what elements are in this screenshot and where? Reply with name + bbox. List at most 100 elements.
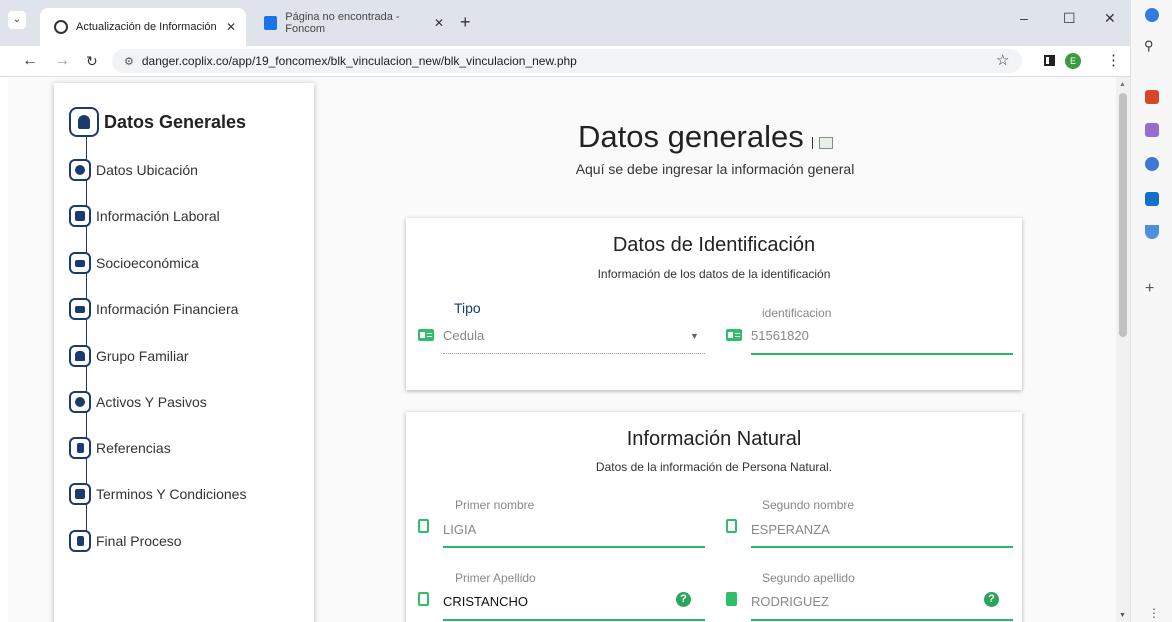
outlook-icon[interactable]	[1145, 192, 1159, 206]
credit-card-icon	[69, 298, 91, 320]
users-icon	[69, 345, 91, 367]
forward-icon[interactable]: →	[54, 52, 70, 70]
scroll-down-icon[interactable]: ▼	[1119, 612, 1126, 619]
primer-nombre-label: Primer nombre	[455, 498, 535, 512]
minimize-button[interactable]: –	[1020, 10, 1028, 26]
primer-nombre-input[interactable]: LIGIA	[443, 522, 476, 537]
address-bar-row: ← → ↻ ⚙ danger.coplix.co/app/19_foncomex…	[0, 46, 1130, 77]
step-datos-generales[interactable]: Datos Generales	[69, 107, 246, 137]
scroll-up-icon[interactable]: ▲	[1119, 81, 1126, 88]
file-icon	[418, 592, 429, 606]
add-sidebar-icon[interactable]: +	[1145, 280, 1159, 297]
tipo-label: Tipo	[454, 300, 481, 316]
step-label: Terminos Y Condiciones	[96, 486, 247, 502]
id-card-icon	[418, 329, 434, 341]
browser-tab-bar: ⌄ Actualización de Información ✕ Página …	[0, 0, 1130, 46]
card-subtitle: Información de los datos de la identific…	[597, 267, 831, 281]
step-datos-ubicacion[interactable]: Datos Ubicación	[69, 159, 198, 181]
edge-sidebar: ⚲ + ⋮	[1130, 0, 1172, 622]
help-icon[interactable]: ?	[984, 592, 999, 607]
contact-card-icon	[69, 530, 91, 552]
tab-title: Página no encontrada - Foncom	[285, 11, 400, 35]
step-informacion-financiera[interactable]: Información Financiera	[69, 298, 238, 320]
step-label: Grupo Familiar	[96, 348, 189, 364]
close-tab-icon[interactable]: ✕	[226, 20, 236, 34]
wallet-icon	[69, 483, 91, 505]
new-tab-button[interactable]: +	[460, 12, 471, 33]
segundo-nombre-input[interactable]: ESPERANZA	[751, 522, 830, 537]
credit-card-icon	[69, 252, 91, 274]
maximize-button[interactable]: ☐	[1063, 10, 1076, 27]
primer-apellido-input[interactable]: CRISTANCHO	[443, 594, 528, 609]
site-info-icon[interactable]: ⚙	[124, 55, 134, 68]
close-tab-icon[interactable]: ✕	[434, 16, 444, 30]
briefcase-icon	[69, 205, 91, 227]
steps-sidebar: Datos Generales Datos Ubicación Informac…	[54, 83, 314, 622]
page-scrollbar[interactable]: ▲ ▼	[1116, 77, 1130, 622]
help-icon[interactable]: ?	[676, 592, 691, 607]
games-icon[interactable]	[1145, 123, 1159, 137]
step-informacion-laboral[interactable]: Información Laboral	[69, 205, 220, 227]
side-panel-icon[interactable]	[1044, 55, 1055, 66]
step-label: Socioeconómica	[96, 255, 199, 271]
search-location-icon	[69, 159, 91, 181]
steps-connector-line	[86, 123, 87, 543]
page-subtitle: Aquí se debe ingresar la información gen…	[575, 161, 855, 177]
tools-icon[interactable]	[1145, 90, 1159, 104]
tab-title: Actualización de Información	[76, 21, 217, 33]
tab-active[interactable]: Actualización de Información ✕	[40, 8, 246, 46]
step-label: Datos Generales	[104, 111, 247, 132]
step-activos-pasivos[interactable]: Activos Y Pasivos	[69, 391, 207, 413]
search-icon[interactable]: ⚲	[1144, 38, 1158, 53]
user-icon	[69, 107, 99, 137]
close-window-button[interactable]: ✕	[1104, 10, 1116, 27]
designer-icon[interactable]	[1145, 225, 1159, 239]
page-viewport: Datos Generales Datos Ubicación Informac…	[0, 77, 1130, 622]
step-terminos-condiciones[interactable]: Terminos Y Condiciones	[69, 483, 246, 505]
back-icon[interactable]: ←	[22, 52, 38, 70]
dropdown-arrow-icon[interactable]: ▼	[690, 331, 699, 341]
page-left-edge	[0, 77, 8, 622]
step-final-proceso[interactable]: Final Proceso	[69, 530, 182, 552]
file-icon	[418, 519, 429, 533]
card-title: Datos de Identificación	[612, 234, 816, 256]
primer-apellido-label: Primer Apellido	[455, 571, 536, 585]
scrollbar-thumb[interactable]	[1119, 93, 1127, 337]
card-title: Información Natural	[626, 428, 802, 450]
url-text: danger.coplix.co/app/19_foncomex/blk_vin…	[141, 54, 577, 68]
money-icon	[69, 391, 91, 413]
file-icon	[726, 519, 737, 533]
tab-search-chevron-icon[interactable]: ⌄	[8, 11, 26, 29]
step-label: Información Laboral	[96, 208, 220, 224]
identificacion-label: identificacion	[762, 306, 832, 320]
segundo-apellido-label: Segundo apellido	[762, 571, 855, 585]
natural-info-card: Información Natural Datos de la informac…	[406, 412, 1022, 622]
step-socioeconomica[interactable]: Socioeconómica	[69, 252, 199, 274]
identificacion-input[interactable]: 51561820	[751, 328, 809, 343]
sidebar-settings-icon[interactable]: ⋮	[1148, 606, 1162, 620]
reload-icon[interactable]: ↻	[86, 53, 98, 70]
identificacion-underline	[751, 353, 1013, 355]
step-grupo-familiar[interactable]: Grupo Familiar	[69, 345, 189, 367]
copilot-icon[interactable]	[1145, 8, 1159, 22]
segundo-apellido-input[interactable]: RODRIGUEZ	[751, 594, 829, 609]
globe-icon	[54, 20, 68, 34]
segundo-nombre-underline	[751, 546, 1013, 548]
segundo-apellido-underline	[751, 619, 1013, 621]
microsoft365-icon[interactable]	[1145, 157, 1159, 171]
step-label: Datos Ubicación	[96, 162, 198, 178]
tipo-select[interactable]: Cedula	[443, 328, 484, 343]
bookmark-star-icon[interactable]: ☆	[996, 51, 1009, 69]
step-label: Final Proceso	[96, 533, 182, 549]
file-icon	[726, 592, 737, 606]
step-referencias[interactable]: Referencias	[69, 437, 171, 459]
segundo-nombre-label: Segundo nombre	[762, 498, 855, 512]
url-field[interactable]: ⚙ danger.coplix.co/app/19_foncomex/blk_v…	[112, 49, 1022, 73]
profile-avatar[interactable]: E	[1065, 53, 1081, 69]
step-label: Información Financiera	[96, 301, 239, 317]
card-subtitle: Datos de la información de Persona Natur…	[595, 460, 833, 474]
primer-nombre-underline	[443, 546, 705, 548]
browser-menu-icon[interactable]: ⋮	[1106, 51, 1121, 69]
page-title: Datos generales	[578, 119, 804, 154]
tab-inactive[interactable]: Página no encontrada - Foncom ✕	[254, 8, 454, 38]
